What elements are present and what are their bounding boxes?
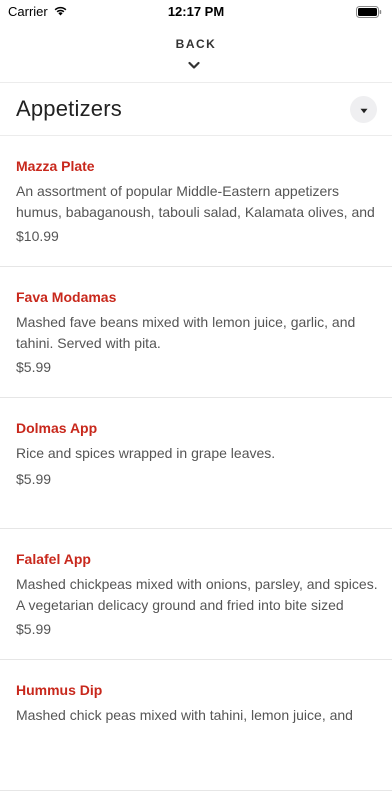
- back-label: BACK: [175, 37, 217, 51]
- item-description: Mashed fave beans mixed with lemon juice…: [16, 312, 378, 354]
- menu-item[interactable]: Hummus Dip Mashed chick peas mixed with …: [0, 660, 392, 791]
- menu-list: Mazza Plate An assortment of popular Mid…: [0, 136, 392, 791]
- item-price: $10.99: [16, 228, 59, 244]
- item-description-line: humus, babaganoush, tabouli salad, Kalam…: [16, 204, 375, 220]
- item-description-line: A vegetarian delicacy ground and fried i…: [16, 597, 344, 613]
- menu-item[interactable]: Fava Modamas Mashed fave beans mixed wit…: [0, 267, 392, 398]
- item-description: Mashed chick peas mixed with tahini, lem…: [16, 705, 378, 726]
- battery-icon: [356, 5, 382, 23]
- status-time: 12:17 PM: [167, 4, 225, 19]
- item-description: Mashed chickpeas mixed with onions, pars…: [16, 574, 378, 616]
- item-name: Fava Modamas: [16, 289, 117, 305]
- item-price: $5.99: [16, 471, 52, 487]
- item-price: $5.99: [16, 359, 52, 375]
- item-description-line: Mashed chickpeas mixed with onions, pars…: [16, 576, 378, 592]
- item-description: An assortment of popular Middle-Eastern …: [16, 181, 378, 223]
- category-dropdown-button[interactable]: [350, 96, 377, 123]
- item-name: Dolmas App: [16, 420, 98, 436]
- menu-item[interactable]: Mazza Plate An assortment of popular Mid…: [0, 136, 392, 267]
- menu-item[interactable]: Falafel App Mashed chickpeas mixed with …: [0, 529, 392, 660]
- item-price: $5.99: [16, 621, 52, 637]
- item-description: Rice and spices wrapped in grape leaves.: [16, 443, 378, 464]
- item-description-line: Rice and spices wrapped in grape leaves.: [16, 445, 276, 461]
- back-button[interactable]: BACK: [0, 22, 392, 83]
- item-description-line: An assortment of popular Middle-Eastern …: [16, 183, 339, 199]
- item-description-line: tahini. Served with pita.: [16, 335, 161, 351]
- status-bar: Carrier 12:17 PM: [0, 0, 392, 22]
- section-title: Appetizers: [16, 96, 122, 121]
- item-name: Mazza Plate: [16, 158, 95, 174]
- chevron-down-icon: [188, 57, 200, 75]
- caret-down-icon: [360, 101, 368, 119]
- menu-item[interactable]: Dolmas App Rice and spices wrapped in gr…: [0, 398, 392, 529]
- item-name: Falafel App: [16, 551, 91, 567]
- item-description-line: Mashed fave beans mixed with lemon juice…: [16, 314, 356, 330]
- item-description-line: Mashed chick peas mixed with tahini, lem…: [16, 707, 353, 723]
- section-header: Appetizers: [0, 83, 392, 136]
